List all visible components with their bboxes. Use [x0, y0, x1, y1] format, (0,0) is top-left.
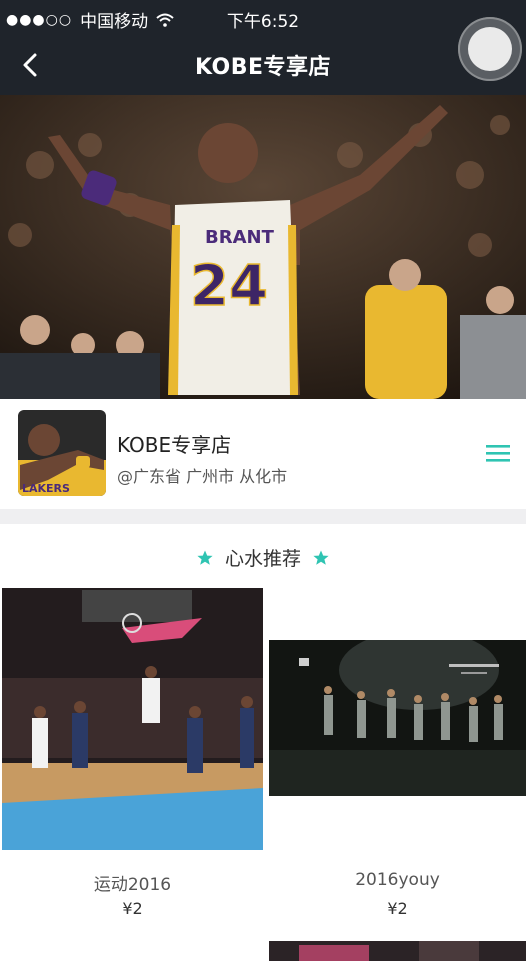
- star-icon: [313, 550, 329, 565]
- nav-bar: KOBE专享店: [0, 36, 526, 95]
- shop-name: KOBE专享店: [117, 433, 232, 457]
- svg-text:BRANT: BRANT: [205, 227, 275, 248]
- svg-text:LAKERS: LAKERS: [22, 482, 70, 495]
- shop-info: LAKERS KOBE专享店 @广东省 广州市 从化市: [0, 399, 526, 509]
- product-image[interactable]: [269, 941, 526, 961]
- status-time: 下午6:52: [226, 12, 300, 32]
- hero-banner: BRANT 24: [0, 95, 526, 399]
- assistive-touch-inner: [468, 27, 512, 71]
- hamburger-menu-icon[interactable]: [484, 441, 512, 465]
- status-bar: ●●●○○ 中国移动 下午6:52: [0, 0, 526, 36]
- hero-image: BRANT 24: [0, 95, 526, 399]
- svg-text:24: 24: [190, 254, 268, 319]
- shop-avatar[interactable]: LAKERS: [18, 410, 106, 496]
- star-icon: [197, 550, 213, 565]
- shop-location: @广东省 广州市 从化市: [117, 467, 288, 486]
- product-image[interactable]: [2, 588, 263, 850]
- page-title: KOBE专享店: [194, 55, 332, 80]
- recommend-title: 心水推荐: [224, 548, 301, 570]
- product-name[interactable]: 运动2016: [2, 870, 263, 895]
- product-image[interactable]: [269, 640, 526, 796]
- product-price: ¥2: [387, 899, 408, 918]
- recommend-header: 心水推荐: [0, 524, 526, 588]
- section-divider: [0, 509, 526, 524]
- assistive-touch-button[interactable]: [458, 17, 522, 81]
- product-price: ¥2: [122, 899, 143, 918]
- product-name[interactable]: 2016youy: [269, 870, 526, 890]
